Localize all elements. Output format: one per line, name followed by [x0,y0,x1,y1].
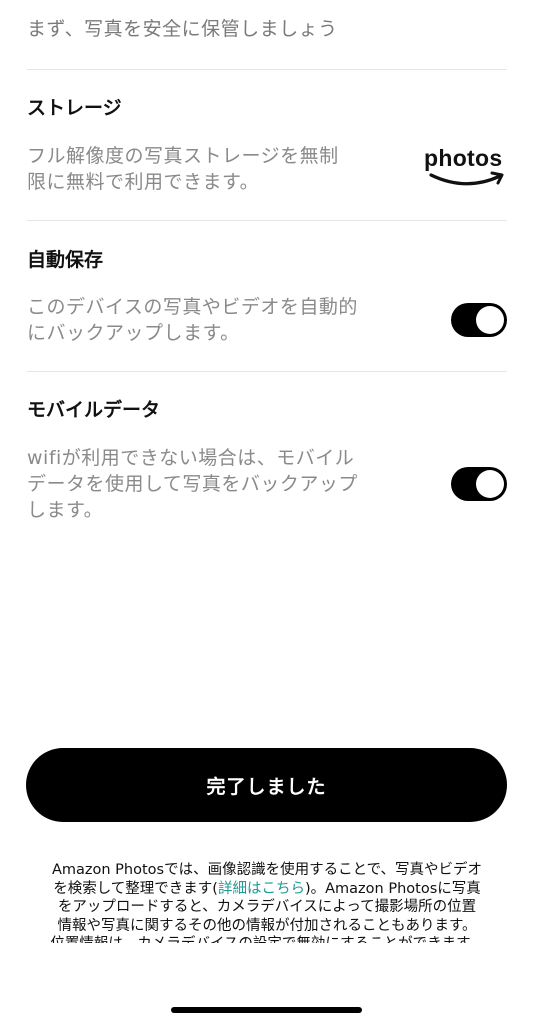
storage-description: フル解像度の写真ストレージを無制 限に無料で利用できます。 [27,145,339,193]
divider [27,371,507,372]
mobile-data-toggle[interactable] [451,467,507,501]
smile-arrow-icon [429,171,504,186]
auto-save-description: このデバイスの写真やビデオを自動的 にバックアップします。 [27,296,358,344]
divider [27,69,507,70]
toggle-knob [476,306,504,334]
mobile-data-description: wifiが利用できない場合は、モバイル データを使用して写真をバックアップ しま… [27,447,358,521]
learn-more-link[interactable]: 詳細はこちら [218,881,305,897]
divider [27,220,507,221]
toggle-knob [476,470,504,498]
home-indicator[interactable] [171,1007,362,1013]
disclaimer-text: Amazon Photosでは、画像認識を使用することで、写真やビデオ を検索し… [50,862,483,943]
intro-text: まず、写真を安全に保管しましょう [27,18,338,40]
auto-save-toggle[interactable] [451,303,507,337]
mobile-data-title: モバイルデータ [27,399,161,421]
amazon-photos-logo: photos [424,144,510,192]
photos-logo-text: photos [424,145,503,171]
auto-save-title: 自動保存 [27,249,104,271]
storage-title: ストレージ [27,97,122,119]
done-button[interactable]: 完了しました [26,748,507,822]
